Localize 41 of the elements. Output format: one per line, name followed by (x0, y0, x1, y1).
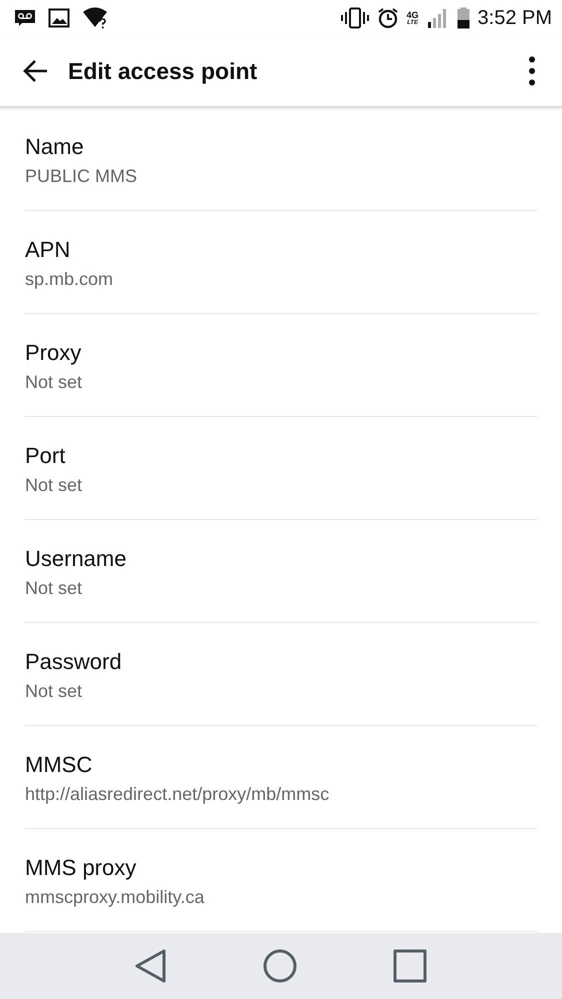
setting-label: Name (25, 134, 85, 160)
voicemail-icon (14, 9, 36, 27)
setting-value: Not set (25, 578, 84, 598)
setting-label: MMS proxy (25, 854, 138, 880)
setting-label: MMSC (25, 752, 94, 778)
setting-value: Not set (25, 680, 84, 702)
clock-time: 3:52 PM (478, 6, 552, 30)
setting-value: sp.mb.com (25, 268, 114, 290)
setting-label: Proxy (25, 340, 82, 366)
screen-title: Edit access point (68, 58, 258, 84)
settings-item[interactable]: MMSC http://aliasredirect.net/proxy/mb/mmsc (25, 726, 537, 829)
alarm-icon (376, 7, 398, 29)
battery-icon (456, 7, 470, 29)
triangle-icon (135, 949, 167, 983)
home-nav-button[interactable] (263, 949, 297, 983)
signal-icon (426, 7, 449, 29)
wifi-icon (82, 7, 108, 29)
back-nav-button[interactable] (135, 949, 167, 983)
circle-icon (263, 949, 297, 983)
setting-label: Username (25, 546, 128, 572)
recents-nav-button[interactable] (393, 949, 427, 983)
settings-item[interactable]: APN sp.mb.com (25, 211, 537, 314)
setting-value: Not set (25, 474, 84, 496)
setting-value: PUBLIC MMS (25, 166, 138, 186)
vibrate-icon (340, 7, 368, 29)
setting-value: Not set (25, 372, 84, 392)
square-icon (393, 949, 427, 983)
settings-item[interactable]: MMS proxy mmscproxy.mobility.ca (25, 829, 537, 932)
settings-item[interactable]: Name PUBLIC MMS (25, 108, 537, 211)
setting-label: Password (25, 648, 123, 674)
settings-item[interactable]: Password Not set (25, 623, 537, 726)
settings-item[interactable]: Port Not set (25, 417, 537, 520)
setting-value: mmscproxy.mobility.ca (25, 886, 206, 908)
settings-item[interactable]: Username Not set (25, 520, 537, 623)
more-icon (528, 56, 536, 86)
settings-item[interactable]: Proxy Not set (25, 314, 537, 417)
setting-value: http://aliasredirect.net/proxy/mb/mmsc (25, 784, 330, 804)
setting-label: APN (25, 236, 72, 262)
setting-label: Port (25, 442, 66, 468)
back-arrow-icon (22, 59, 48, 83)
image-icon (48, 8, 70, 28)
